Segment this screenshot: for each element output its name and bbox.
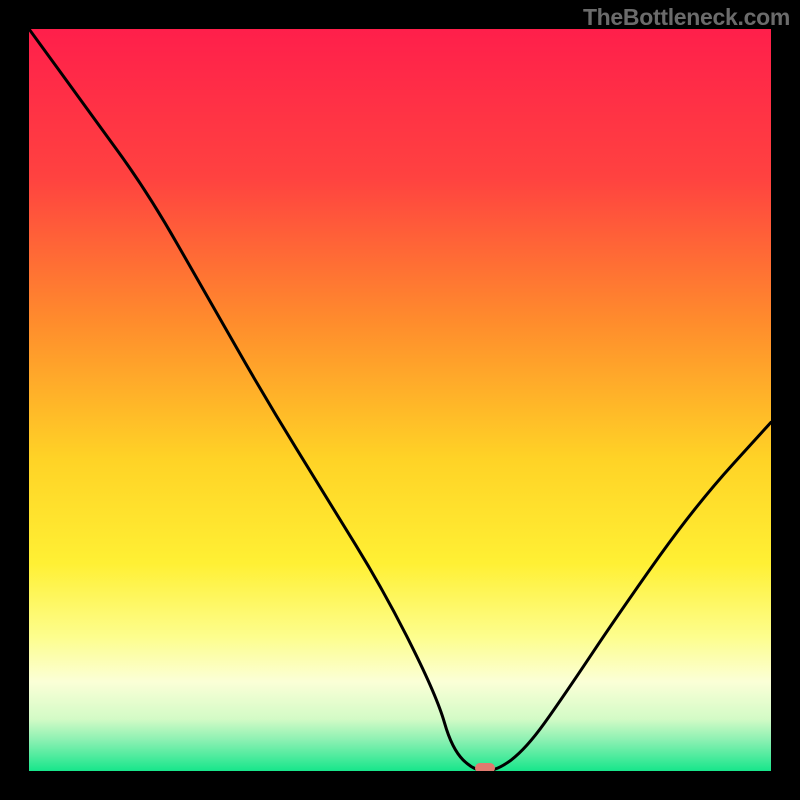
watermark-text: TheBottleneck.com (583, 4, 790, 31)
bottleneck-curve-path (29, 29, 771, 771)
chart-container: TheBottleneck.com (0, 0, 800, 800)
optimal-point-marker (475, 763, 495, 771)
plot-area (29, 29, 771, 771)
curve-layer (29, 29, 771, 771)
